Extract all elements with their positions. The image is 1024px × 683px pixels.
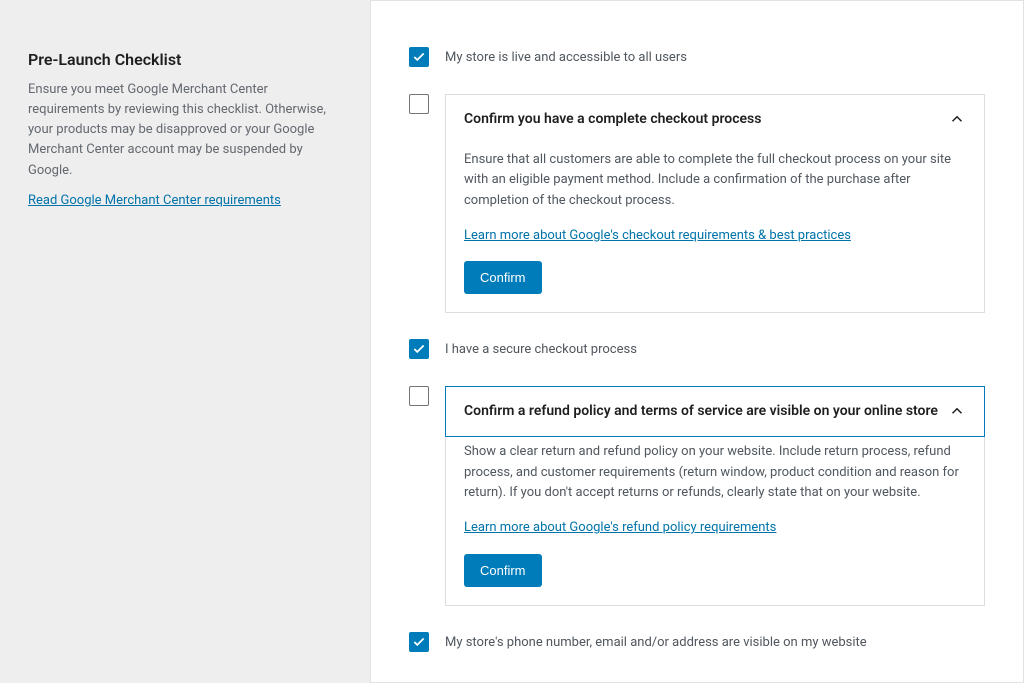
- confirm-checkout-button[interactable]: Confirm: [464, 261, 542, 294]
- confirm-refund-button[interactable]: Confirm: [464, 554, 542, 587]
- panel-header-checkout[interactable]: Confirm you have a complete checkout pro…: [446, 95, 984, 144]
- sidebar: Pre-Launch Checklist Ensure you meet Goo…: [0, 0, 370, 683]
- checkbox-secure-checkout[interactable]: [409, 339, 429, 359]
- checkbox-contact[interactable]: [409, 632, 429, 652]
- check-icon: [412, 635, 426, 649]
- panel-text: Ensure that all customers are able to co…: [464, 150, 966, 212]
- panel-title: Confirm you have a complete checkout pro…: [464, 109, 761, 130]
- checkbox-store-live[interactable]: [409, 47, 429, 67]
- check-icon: [412, 50, 426, 64]
- checklist-label: My store is live and accessible to all u…: [445, 47, 687, 68]
- checklist-item-contact: My store's phone number, email and/or ad…: [409, 632, 985, 653]
- panel-header-refund[interactable]: Confirm a refund policy and terms of ser…: [445, 386, 985, 437]
- refund-learn-more-link[interactable]: Learn more about Google's refund policy …: [464, 518, 776, 538]
- checklist-item-refund: Confirm a refund policy and terms of ser…: [409, 386, 985, 606]
- panel-refund: Confirm a refund policy and terms of ser…: [445, 386, 985, 606]
- sidebar-description: Ensure you meet Google Merchant Center r…: [28, 80, 342, 181]
- checkbox-refund[interactable]: [409, 386, 429, 406]
- panel-text: Show a clear return and refund policy on…: [464, 442, 966, 504]
- panel-checkout: Confirm you have a complete checkout pro…: [445, 94, 985, 314]
- checklist-label: I have a secure checkout process: [445, 339, 637, 360]
- checklist-item-store-live: My store is live and accessible to all u…: [409, 47, 985, 68]
- checklist-label: My store's phone number, email and/or ad…: [445, 632, 867, 653]
- chevron-up-icon: [948, 110, 966, 128]
- panel-title: Confirm a refund policy and terms of ser…: [464, 401, 938, 422]
- chevron-up-icon: [948, 402, 966, 420]
- checklist-item-secure-checkout: I have a secure checkout process: [409, 339, 985, 360]
- checkout-learn-more-link[interactable]: Learn more about Google's checkout requi…: [464, 226, 851, 246]
- sidebar-title: Pre-Launch Checklist: [28, 48, 342, 72]
- panel-body-checkout: Ensure that all customers are able to co…: [446, 144, 984, 313]
- checklist-panel: My store is live and accessible to all u…: [370, 0, 1024, 683]
- check-icon: [412, 342, 426, 356]
- sidebar-requirements-link[interactable]: Read Google Merchant Center requirements: [28, 193, 281, 208]
- panel-body-refund: Show a clear return and refund policy on…: [446, 436, 984, 605]
- checklist-item-checkout: Confirm you have a complete checkout pro…: [409, 94, 985, 314]
- checkbox-checkout[interactable]: [409, 94, 429, 114]
